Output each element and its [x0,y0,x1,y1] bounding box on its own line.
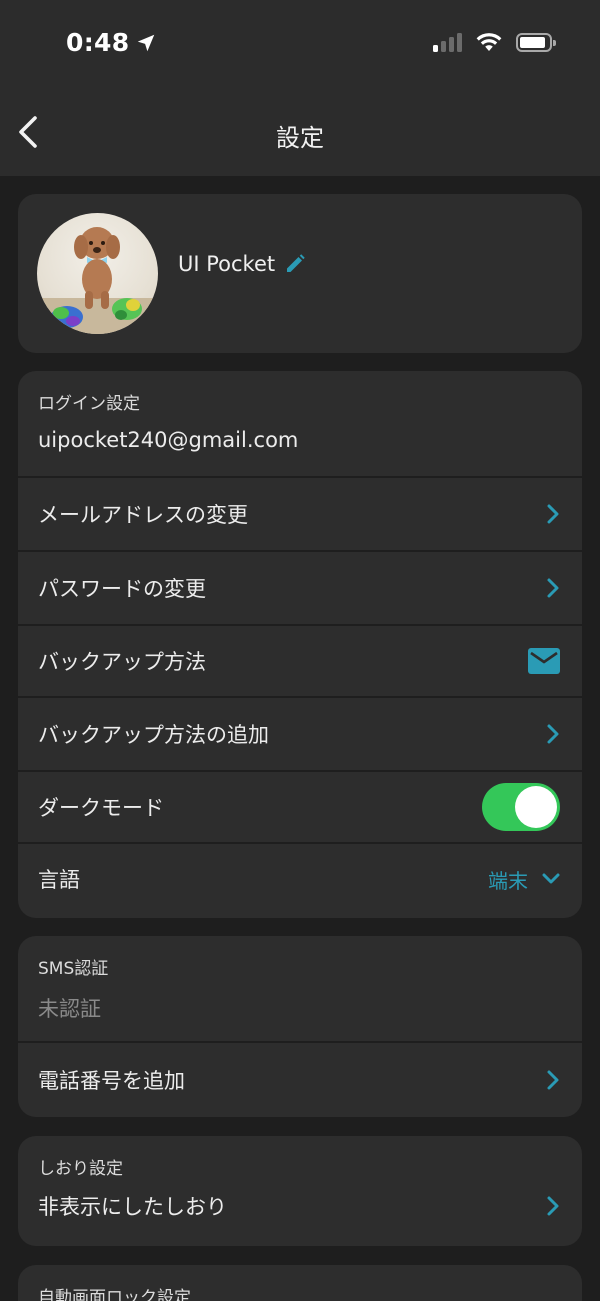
change-password-label: パスワードの変更 [38,577,206,601]
top-bar: 0:48 設定 [0,0,600,176]
language-row[interactable]: 言語 端末 [18,844,582,914]
dark-mode-row: ダークモード [18,772,582,844]
hidden-bookmarks-row[interactable]: 非表示にしたしおり [38,1191,560,1221]
add-phone-label: 電話番号を追加 [38,1069,185,1093]
status-icons [433,32,556,52]
location-arrow-icon [138,34,155,51]
sms-label: SMS認証 [38,959,109,979]
bookmark-card[interactable]: しおり設定 非表示にしたしおり [18,1136,582,1246]
add-phone-row[interactable]: 電話番号を追加 [18,1043,582,1117]
edit-pencil-icon[interactable] [285,254,305,274]
page-title: 設定 [276,124,324,152]
backup-method-row[interactable]: バックアップ方法 [18,626,582,698]
chevron-right-icon [547,504,559,524]
status-time: 0:48 [66,28,157,57]
chevron-right-icon [547,1196,559,1216]
cellular-signal-icon [433,32,462,52]
add-backup-method-label: バックアップ方法の追加 [38,723,269,747]
toggle-knob [515,786,557,828]
add-backup-method-row[interactable]: バックアップ方法の追加 [18,698,582,772]
chevron-right-icon [547,1070,559,1090]
change-email-row[interactable]: メールアドレスの変更 [18,478,582,552]
change-email-label: メールアドレスの変更 [38,503,248,527]
change-password-row[interactable]: パスワードの変更 [18,552,582,626]
login-settings-header: ログイン設定 uipocket240@gmail.com [18,371,582,478]
language-value: 端末 [488,868,528,893]
autolock-label: 自動画面ロック設定 [38,1288,191,1301]
profile-name-text: UI Pocket [178,252,276,276]
dark-mode-toggle[interactable] [482,783,560,831]
battery-icon [516,32,556,52]
avatar[interactable] [37,213,158,334]
status-time-text: 0:48 [66,28,130,57]
chevron-right-icon [547,724,559,744]
settings-screen: 0:48 設定 UI Pocket ログイン設定 uipocket240@gma… [0,0,600,1301]
profile-name: UI Pocket [178,252,305,276]
sms-card: SMS認証 未認証 電話番号を追加 [18,936,582,1117]
profile-card: UI Pocket [18,194,582,353]
language-select[interactable]: 端末 [488,865,560,894]
backup-method-label: バックアップ方法 [38,650,206,674]
autolock-section: 自動画面ロック設定 [18,1265,582,1301]
dog-photo-illustration [37,227,158,334]
sms-header: SMS認証 未認証 [18,936,582,1043]
login-settings-label: ログイン設定 [38,394,140,414]
mail-icon [528,648,560,674]
chevron-down-icon [542,873,560,884]
wifi-icon [476,33,502,51]
hidden-bookmarks-label: 非表示にしたしおり [38,1195,227,1219]
language-label: 言語 [38,868,80,892]
chevron-right-icon [547,578,559,598]
sms-status: 未認証 [38,997,101,1021]
dark-mode-label: ダークモード [38,796,164,820]
bookmark-section: しおり設定 非表示にしたしおり [18,1136,582,1221]
login-email: uipocket240@gmail.com [38,428,299,452]
autolock-card: 自動画面ロック設定 [18,1265,582,1301]
login-settings-card: ログイン設定 uipocket240@gmail.com メールアドレスの変更 … [18,371,582,918]
bookmark-label: しおり設定 [38,1159,123,1179]
